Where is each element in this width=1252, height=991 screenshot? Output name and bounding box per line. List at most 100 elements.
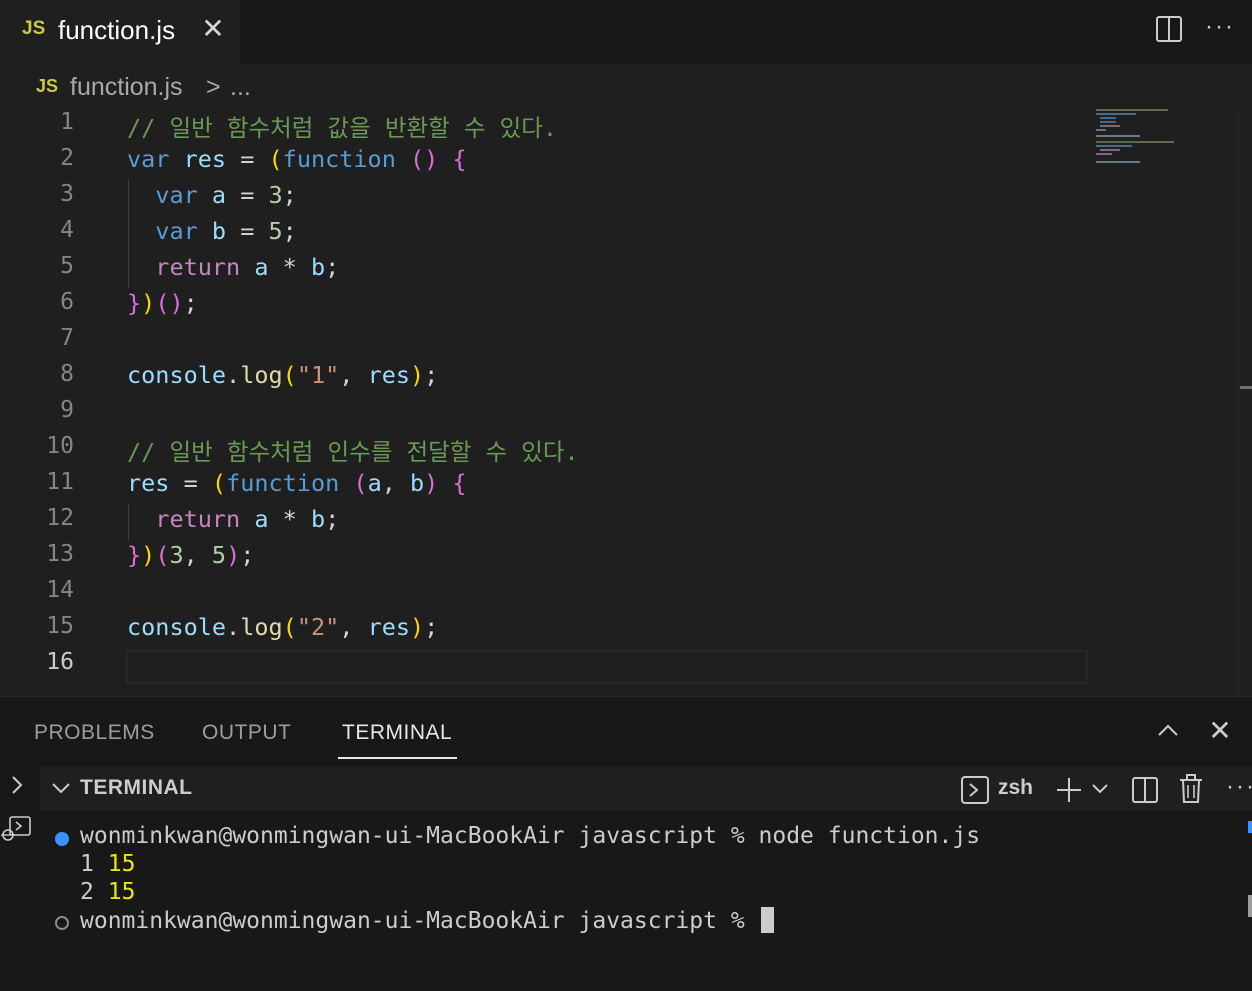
- code-token: 3: [169, 541, 184, 569]
- code-line[interactable]: return a * b;: [127, 505, 339, 533]
- split-editor-icon[interactable]: [1154, 14, 1184, 44]
- code-line[interactable]: // 일반 함수처럼 값을 반환할 수 있다.: [127, 109, 557, 143]
- terminal-prompt: wonminkwan@wonmingwan-ui-MacBookAir java…: [80, 823, 759, 849]
- code-token: return: [155, 505, 241, 533]
- code-token: var: [127, 145, 170, 173]
- more-actions-icon[interactable]: ···: [1226, 773, 1252, 801]
- code-token: *: [268, 505, 311, 533]
- chevron-right-icon[interactable]: [6, 773, 28, 797]
- js-file-icon: JS: [36, 76, 59, 96]
- code-token: ;: [424, 613, 439, 641]
- terminal-output[interactable]: wonminkwan@wonmingwan-ui-MacBookAir java…: [40, 811, 1252, 991]
- line-number: 11: [46, 469, 74, 495]
- code-token: a: [254, 253, 269, 281]
- line-number: 14: [46, 577, 74, 603]
- debug-console-icon[interactable]: [0, 815, 34, 845]
- tab-problems[interactable]: PROBLEMS: [34, 721, 155, 745]
- tab-terminal[interactable]: TERMINAL: [342, 721, 452, 745]
- code-token: (: [268, 145, 283, 173]
- new-terminal-icon[interactable]: [1054, 775, 1084, 805]
- chevron-down-icon[interactable]: [50, 777, 72, 799]
- tab-function-js[interactable]: JS function.js ✕: [0, 0, 240, 64]
- breadcrumb-more[interactable]: ...: [230, 73, 251, 102]
- code-token: (: [353, 469, 368, 497]
- terminal-prompt-line: wonminkwan@wonmingwan-ui-MacBookAir java…: [80, 907, 774, 934]
- code-token: ): [141, 541, 156, 569]
- code-token: ): [410, 361, 425, 389]
- code-line[interactable]: var a = 3;: [127, 181, 297, 209]
- bottom-panel: PROBLEMS OUTPUT TERMINAL ✕ TERMINAL zsh: [0, 696, 1252, 991]
- code-line[interactable]: var b = 5;: [127, 217, 297, 245]
- code-token: {: [452, 469, 467, 497]
- minimap[interactable]: [1094, 108, 1244, 178]
- output-label: 2: [80, 879, 94, 905]
- code-token: b: [310, 505, 326, 533]
- breadcrumb: JS function.js > ...: [0, 64, 1252, 110]
- code-token: =: [226, 181, 269, 209]
- close-icon[interactable]: ✕: [198, 14, 228, 44]
- tab-title: function.js: [58, 15, 176, 45]
- code-token: 5: [211, 541, 227, 569]
- code-line[interactable]: })();: [127, 289, 198, 317]
- code-token: (): [410, 145, 439, 173]
- code-line[interactable]: // 일반 함수처럼 인수를 전달할 수 있다.: [127, 433, 579, 467]
- code-line[interactable]: })(3, 5);: [127, 541, 254, 569]
- breadcrumb-file[interactable]: function.js: [70, 73, 183, 102]
- js-file-icon: JS: [22, 18, 46, 39]
- code-token: res: [127, 469, 170, 497]
- code-token: ;: [282, 181, 297, 209]
- output-value: 15: [107, 851, 136, 877]
- split-terminal-icon[interactable]: [1130, 775, 1160, 805]
- code-token: var: [155, 181, 198, 209]
- trash-icon[interactable]: [1176, 773, 1206, 805]
- terminal-shell-icon: [961, 776, 989, 804]
- current-line-highlight: [126, 650, 1088, 684]
- code-line[interactable]: res = (function (a, b) {: [127, 469, 467, 497]
- chevron-right-icon: >: [206, 73, 221, 101]
- more-actions-icon[interactable]: ···: [1204, 14, 1236, 44]
- code-token: log: [240, 361, 283, 389]
- line-number: 5: [60, 253, 74, 279]
- line-number: 16: [46, 649, 74, 675]
- code-token: // 일반 함수처럼 인수를 전달할 수 있다.: [127, 438, 579, 466]
- code-line[interactable]: console.log("1", res);: [127, 361, 438, 389]
- terminal-section-header[interactable]: TERMINAL zsh ···: [40, 767, 1252, 811]
- tab-output[interactable]: OUTPUT: [202, 721, 291, 745]
- code-token: ,: [381, 469, 411, 497]
- code-token: ;: [325, 505, 340, 533]
- code-line[interactable]: return a * b;: [127, 253, 339, 281]
- output-label: 1: [80, 851, 94, 877]
- code-token: log: [240, 613, 283, 641]
- code-line[interactable]: console.log("2", res);: [127, 613, 438, 641]
- code-line[interactable]: var res = (function () {: [127, 145, 467, 173]
- terminal-scrollbar-marker: [1248, 895, 1252, 917]
- code-token: ): [226, 541, 241, 569]
- code-token: ;: [325, 253, 340, 281]
- code-token: .: [226, 361, 241, 389]
- code-editor[interactable]: 1 2 3 4 5 6 7 8 9 10 11 12 13 14 15 16 // 일반 함수처럼 값을 반환…: [0, 108, 1252, 696]
- active-tab-underline: [338, 757, 457, 759]
- code-token: b: [211, 217, 227, 245]
- line-number: 2: [60, 145, 74, 171]
- code-token: res: [367, 361, 411, 389]
- code-token: ,: [339, 361, 368, 389]
- code-token: =: [226, 145, 269, 173]
- code-token: (): [155, 289, 184, 317]
- code-token: function: [226, 469, 340, 497]
- code-token: b: [310, 253, 326, 281]
- editor-scrollbar[interactable]: [1238, 108, 1252, 696]
- code-token: function: [282, 145, 396, 173]
- terminal-output-line: 2 15: [80, 879, 135, 905]
- line-number: 9: [60, 397, 74, 423]
- code-token: console: [127, 361, 227, 389]
- shell-name[interactable]: zsh: [998, 776, 1033, 800]
- chevron-down-icon[interactable]: [1090, 779, 1110, 799]
- close-panel-icon[interactable]: ✕: [1206, 717, 1234, 745]
- maximize-panel-icon[interactable]: [1154, 717, 1182, 745]
- code-token: (: [211, 469, 227, 497]
